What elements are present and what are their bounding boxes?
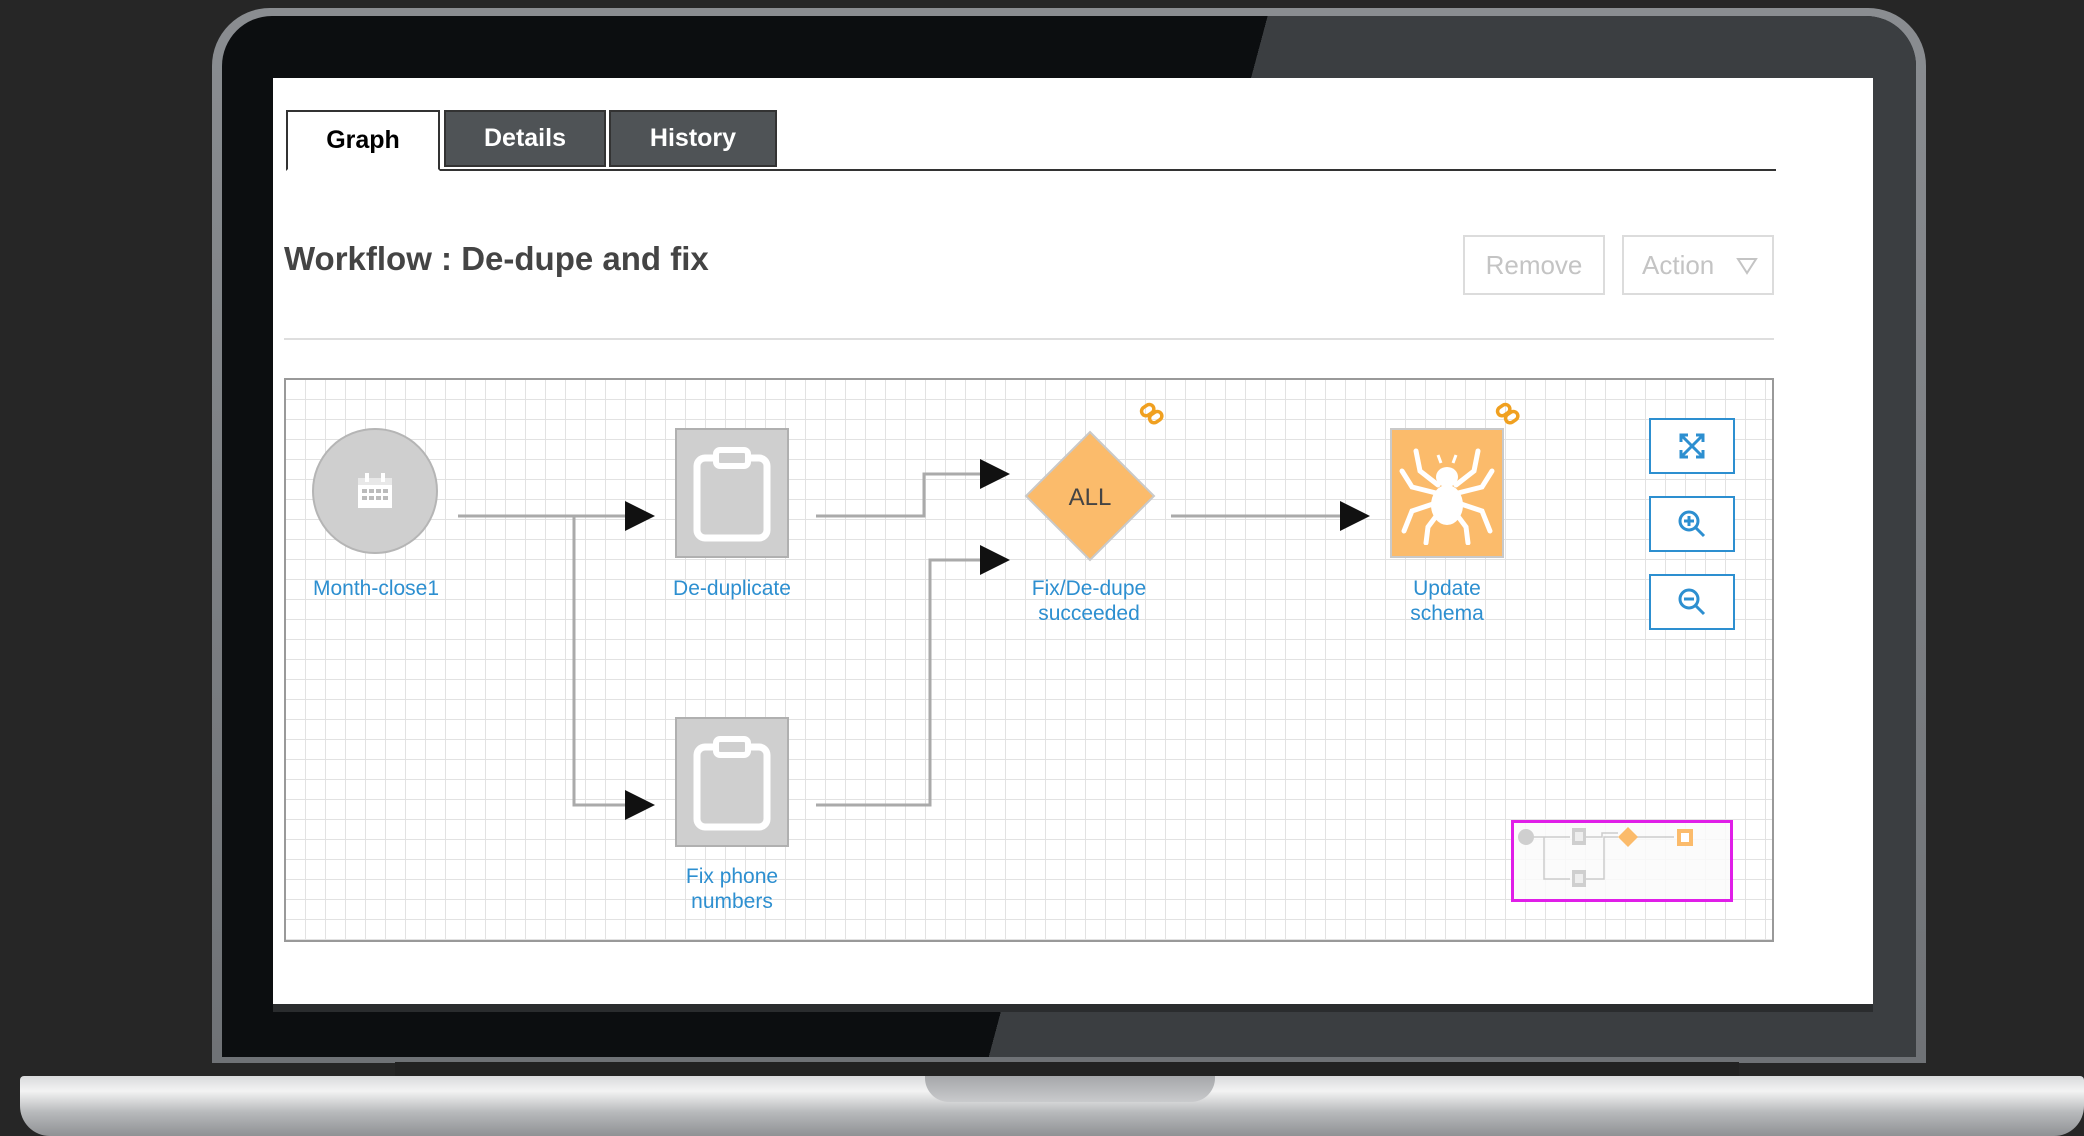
zoom-out-icon bbox=[1678, 588, 1706, 616]
page-title: Workflow : De-dupe and fix bbox=[284, 240, 709, 277]
node-fix-phone[interactable] bbox=[675, 717, 789, 847]
node-label-gateway: Fix/De-dupe succeeded bbox=[1031, 577, 1147, 625]
minimap-graph bbox=[1518, 827, 1693, 887]
zoom-in-icon bbox=[1678, 510, 1706, 538]
laptop-notch bbox=[925, 1076, 1215, 1102]
fit-to-screen-icon bbox=[1679, 433, 1705, 459]
fit-to-screen-button[interactable] bbox=[1649, 418, 1735, 474]
node-label-month-close1: Month-close1 bbox=[312, 577, 440, 600]
node-de-duplicate[interactable] bbox=[675, 428, 789, 558]
tab-history[interactable]: History bbox=[609, 110, 777, 167]
node-month-close1[interactable] bbox=[312, 428, 438, 554]
edge-month-to-phone bbox=[572, 516, 655, 820]
workflow-canvas[interactable]: Month-close1 De-duplicate Fix phone numb… bbox=[284, 378, 1774, 942]
calendar-icon bbox=[358, 473, 392, 508]
edge-dedupe-to-gateway bbox=[816, 459, 1010, 518]
action-label: Action bbox=[1642, 249, 1715, 280]
minimap[interactable] bbox=[1511, 820, 1733, 902]
spider-icon bbox=[1399, 448, 1495, 545]
node-label-fix-phone: Fix phone numbers bbox=[685, 865, 779, 913]
screen-bottom-edge bbox=[273, 1004, 1873, 1012]
clipboard-icon bbox=[693, 736, 771, 831]
chevron-down-icon bbox=[1736, 258, 1758, 275]
node-label-update-schema: Update schema bbox=[1410, 577, 1484, 625]
tab-details[interactable]: Details bbox=[444, 110, 606, 167]
zoom-out-button[interactable] bbox=[1649, 574, 1735, 630]
clipboard-icon bbox=[693, 447, 771, 542]
tab-graph[interactable]: Graph bbox=[286, 110, 440, 171]
tab-bar: Graph Details History bbox=[286, 110, 1776, 171]
zoom-in-button[interactable] bbox=[1649, 496, 1735, 552]
link-icon[interactable] bbox=[1494, 400, 1522, 428]
edge-phone-to-gateway bbox=[816, 545, 1010, 807]
divider bbox=[284, 338, 1774, 340]
node-update-schema[interactable] bbox=[1390, 428, 1504, 558]
gateway-text: ALL bbox=[1069, 484, 1112, 511]
remove-button[interactable]: Remove bbox=[1463, 235, 1605, 295]
node-label-de-duplicate: De-duplicate bbox=[673, 577, 791, 600]
action-dropdown[interactable]: Action bbox=[1622, 235, 1774, 295]
link-icon[interactable] bbox=[1138, 400, 1166, 428]
node-gateway[interactable]: ALL bbox=[1024, 430, 1156, 562]
